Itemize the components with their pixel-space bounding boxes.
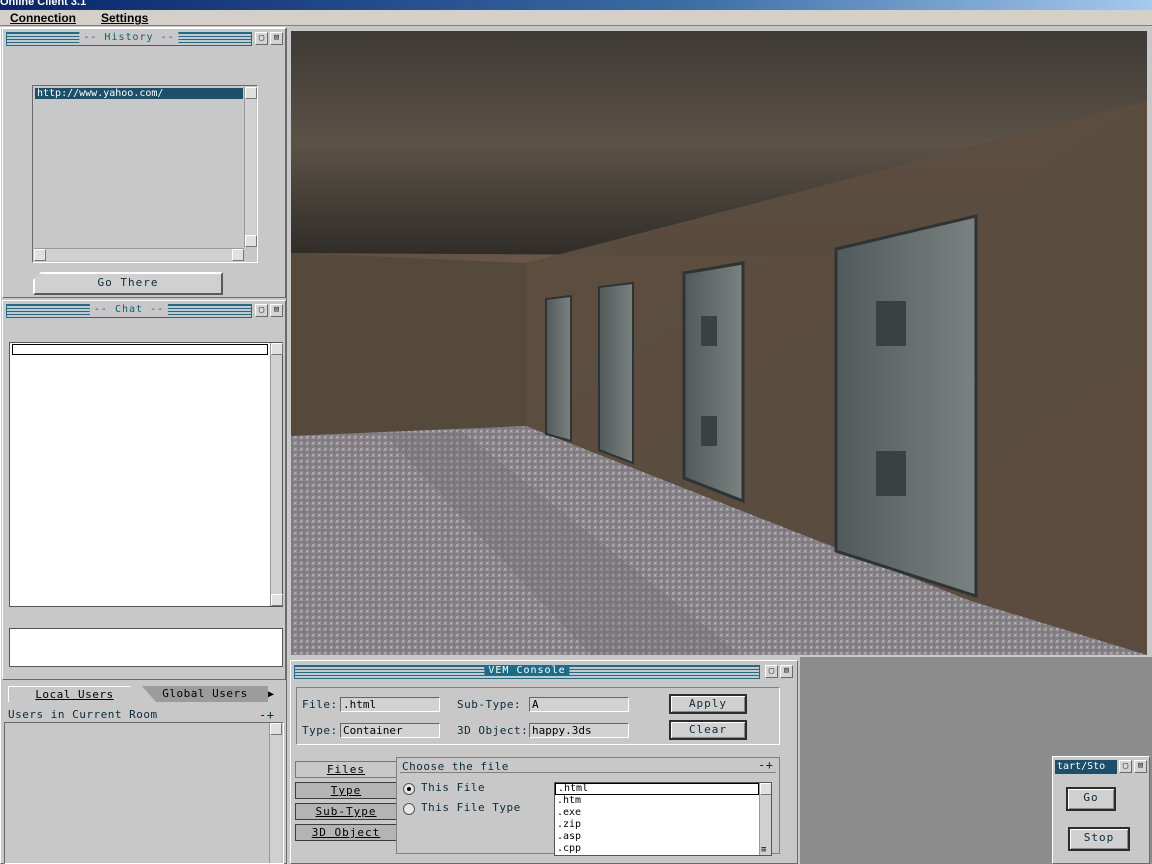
close-icon[interactable]: ⊠	[270, 32, 283, 45]
subtype-button[interactable]: Sub-Type	[295, 803, 397, 820]
users-header-controls[interactable]: -+	[259, 708, 274, 722]
choose-controls[interactable]: -+	[758, 758, 773, 772]
type-field[interactable]: Container	[340, 723, 440, 738]
menu-bar: Connection Settings	[0, 10, 1152, 26]
menu-connection[interactable]: Connection	[10, 11, 76, 25]
scroll-up-icon[interactable]	[245, 87, 257, 99]
file-field[interactable]: .html	[340, 697, 440, 712]
type-button[interactable]: Type	[295, 782, 397, 799]
scroll-up-icon[interactable]	[271, 343, 283, 355]
door	[834, 214, 978, 599]
chat-title-bar[interactable]: -- Chat --	[6, 304, 252, 318]
history-item[interactable]: http://www.yahoo.com/	[35, 88, 243, 99]
scroll-down-icon[interactable]	[245, 235, 257, 247]
radio-this-file-type-label: This File Type	[421, 801, 521, 814]
type-button-label: Type	[330, 784, 362, 797]
subtype-field[interactable]: A	[529, 697, 629, 712]
chat-scrollbar[interactable]	[270, 343, 283, 606]
minimize-icon[interactable]: ▢	[255, 304, 268, 317]
divider	[400, 772, 776, 773]
file-label: File:	[302, 698, 338, 711]
history-panel: -- History -- ▢ ⊠ http://www.yahoo.com/ …	[2, 28, 286, 298]
subtype-button-label: Sub-Type	[315, 805, 377, 818]
history-title: -- History --	[79, 32, 179, 43]
file-list-item[interactable]: .cpp	[555, 843, 759, 855]
file-list-item[interactable]: .asp	[555, 831, 759, 843]
chat-log-line	[12, 344, 268, 355]
3d-object-button[interactable]: 3D Object	[295, 824, 397, 841]
radio-this-file[interactable]	[403, 783, 415, 795]
scene-3d	[291, 31, 1147, 655]
file-type-list[interactable]: .html .htm .exe .zip .asp .cpp ≡	[554, 782, 772, 856]
history-hscrollbar[interactable]	[34, 248, 244, 261]
history-scrollbar[interactable]	[244, 87, 257, 247]
users-scrollbar[interactable]	[269, 723, 282, 863]
scroll-right-icon[interactable]	[232, 249, 244, 261]
tab-global-users[interactable]: Global Users	[142, 686, 268, 702]
go-there-button[interactable]: Go There	[33, 272, 223, 295]
start-stop-panel: tart/Sto ▢ ⊠ Go Stop	[1052, 756, 1150, 864]
scroll-down-icon[interactable]	[271, 594, 283, 606]
minimize-icon[interactable]: ▢	[765, 665, 778, 678]
object-field[interactable]: happy.3ds	[529, 723, 629, 738]
clear-button[interactable]: Clear	[669, 720, 747, 740]
radio-this-file-label: This File	[421, 781, 486, 794]
minimize-icon[interactable]: ▢	[255, 32, 268, 45]
users-panel: Local Users Global Users ▶ Users in Curr…	[2, 682, 286, 864]
chat-panel: -- Chat -- ▢ ⊠	[2, 300, 286, 680]
3d-viewport[interactable]	[291, 31, 1147, 655]
file-list-item[interactable]: .html	[555, 783, 759, 795]
door	[545, 294, 572, 443]
object-label: 3D Object:	[457, 724, 529, 737]
tab-local-users-label: Local Users	[35, 688, 114, 701]
history-list[interactable]: http://www.yahoo.com/	[32, 85, 258, 263]
chat-log[interactable]	[9, 342, 283, 607]
vem-title-bar[interactable]: VEM Console	[294, 665, 760, 679]
minimize-icon[interactable]: ▢	[1119, 760, 1132, 773]
file-list-item[interactable]: .exe	[555, 807, 759, 819]
door	[682, 261, 745, 504]
close-icon[interactable]: ⊠	[1134, 760, 1147, 773]
3d-object-button-label: 3D Object	[311, 826, 381, 839]
type-label: Type:	[302, 724, 338, 737]
choose-file-panel: Choose the file -+ This File This File T…	[396, 757, 780, 856]
tab-global-users-label: Global Users	[162, 687, 248, 700]
app-title: Online Client 3.1	[0, 0, 87, 8]
scroll-grip-icon[interactable]: ≡	[761, 846, 766, 855]
chat-title: -- Chat --	[89, 304, 169, 315]
start-stop-title[interactable]: tart/Sto	[1055, 760, 1117, 774]
tab-arrow-icon[interactable]: ▶	[268, 689, 274, 700]
close-icon[interactable]: ⊠	[780, 665, 793, 678]
close-icon[interactable]: ⊠	[270, 304, 283, 317]
subtype-label: Sub-Type:	[457, 698, 522, 711]
history-title-bar[interactable]: -- History --	[6, 32, 252, 46]
app-title-bar: Online Client 3.1	[0, 0, 1152, 10]
chat-input[interactable]	[9, 628, 283, 667]
apply-button[interactable]: Apply	[669, 694, 747, 714]
file-list-scrollbar[interactable]: ≡	[759, 783, 771, 855]
users-list[interactable]	[4, 722, 284, 864]
file-list-item[interactable]: .zip	[555, 819, 759, 831]
menu-settings[interactable]: Settings	[101, 11, 148, 25]
file-list-item[interactable]: .htm	[555, 795, 759, 807]
scroll-up-icon[interactable]	[760, 783, 771, 795]
stop-button[interactable]: Stop	[1068, 827, 1130, 851]
go-button[interactable]: Go	[1066, 787, 1116, 811]
files-button-label: Files	[326, 763, 366, 776]
vem-title: VEM Console	[484, 665, 570, 676]
tab-local-users[interactable]: Local Users	[8, 686, 140, 702]
door	[598, 281, 634, 465]
radio-this-file-type[interactable]	[403, 803, 415, 815]
users-header: Users in Current Room	[8, 708, 158, 721]
scroll-left-icon[interactable]	[34, 249, 46, 261]
scroll-up-icon[interactable]	[270, 723, 282, 735]
vem-properties: File: .html Sub-Type: A Apply Type: Cont…	[296, 687, 780, 745]
files-button[interactable]: Files	[295, 761, 397, 778]
